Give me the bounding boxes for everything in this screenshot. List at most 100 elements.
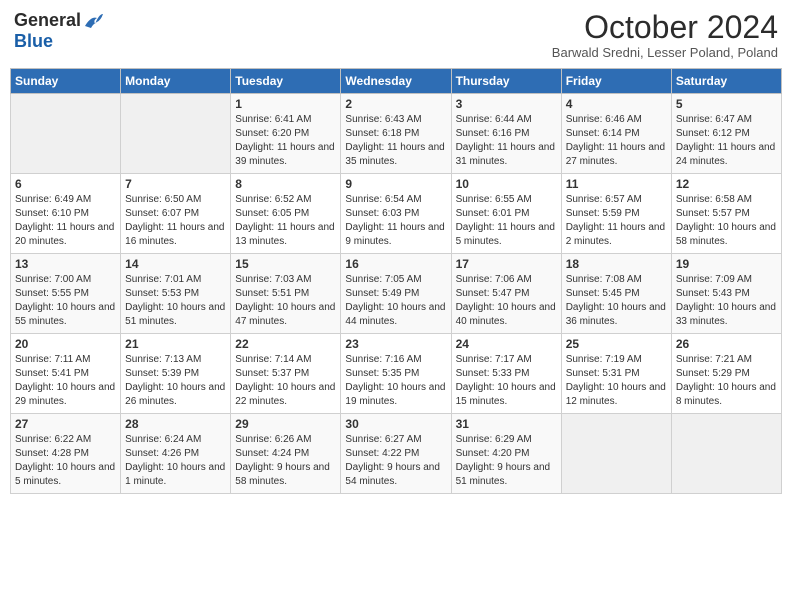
day-number: 9 xyxy=(345,177,446,191)
day-number: 21 xyxy=(125,337,226,351)
day-number: 6 xyxy=(15,177,116,191)
logo-general-text: General xyxy=(14,10,81,31)
cell-info: Sunrise: 6:47 AM Sunset: 6:12 PM Dayligh… xyxy=(676,113,777,169)
day-number: 15 xyxy=(235,257,336,271)
day-number: 11 xyxy=(566,177,667,191)
cell-info: Sunrise: 6:58 AM Sunset: 5:57 PM Dayligh… xyxy=(676,193,777,249)
day-number: 28 xyxy=(125,417,226,431)
calendar-cell: 27Sunrise: 6:22 AM Sunset: 4:28 PM Dayli… xyxy=(11,414,121,494)
cell-info: Sunrise: 7:01 AM Sunset: 5:53 PM Dayligh… xyxy=(125,273,226,329)
calendar-cell xyxy=(11,94,121,174)
calendar-cell: 22 Sunrise: 7:14 AM Sunset: 5:37 PM Dayli… xyxy=(231,334,341,414)
cell-info: Sunrise: 6:26 AM Sunset: 4:24 PM Dayligh… xyxy=(235,433,336,489)
cell-info: Sunrise: 7:05 AM Sunset: 5:49 PM Dayligh… xyxy=(345,273,446,329)
calendar-cell: 6Sunrise: 6:49 AM Sunset: 6:10 PM Daylig… xyxy=(11,174,121,254)
calendar-cell: 8 Sunrise: 6:52 AM Sunset: 6:05 PM Daylig… xyxy=(231,174,341,254)
cell-info: Sunrise: 6:27 AM Sunset: 4:22 PM Dayligh… xyxy=(345,433,446,489)
cell-info: Sunrise: 6:43 AM Sunset: 6:18 PM Dayligh… xyxy=(345,113,446,169)
day-number: 13 xyxy=(15,257,116,271)
cell-info: Sunrise: 7:06 AM Sunset: 5:47 PM Dayligh… xyxy=(456,273,557,329)
calendar-cell: 2Sunrise: 6:43 AM Sunset: 6:18 PM Daylig… xyxy=(341,94,451,174)
calendar-cell: 5Sunrise: 6:47 AM Sunset: 6:12 PM Daylig… xyxy=(671,94,781,174)
day-number: 27 xyxy=(15,417,116,431)
day-number: 10 xyxy=(456,177,557,191)
calendar-cell: 14 Sunrise: 7:01 AM Sunset: 5:53 PM Dayli… xyxy=(121,254,231,334)
calendar-cell: 16 Sunrise: 7:05 AM Sunset: 5:49 PM Dayli… xyxy=(341,254,451,334)
header-row: SundayMondayTuesdayWednesdayThursdayFrid… xyxy=(11,69,782,94)
calendar-cell: 20Sunrise: 7:11 AM Sunset: 5:41 PM Dayli… xyxy=(11,334,121,414)
header-day-wednesday: Wednesday xyxy=(341,69,451,94)
day-number: 7 xyxy=(125,177,226,191)
week-row-4: 20Sunrise: 7:11 AM Sunset: 5:41 PM Dayli… xyxy=(11,334,782,414)
week-row-1: 1 Sunrise: 6:41 AM Sunset: 6:20 PM Daylig… xyxy=(11,94,782,174)
calendar-cell: 3Sunrise: 6:44 AM Sunset: 6:16 PM Daylig… xyxy=(451,94,561,174)
logo-bird-icon xyxy=(83,12,105,30)
calendar-cell: 11 Sunrise: 6:57 AM Sunset: 5:59 PM Dayli… xyxy=(561,174,671,254)
calendar-cell xyxy=(671,414,781,494)
calendar-header: SundayMondayTuesdayWednesdayThursdayFrid… xyxy=(11,69,782,94)
cell-info: Sunrise: 6:50 AM Sunset: 6:07 PM Dayligh… xyxy=(125,193,226,249)
cell-info: Sunrise: 6:41 AM Sunset: 6:20 PM Dayligh… xyxy=(235,113,336,169)
cell-info: Sunrise: 7:14 AM Sunset: 5:37 PM Dayligh… xyxy=(235,353,336,409)
header-day-friday: Friday xyxy=(561,69,671,94)
cell-info: Sunrise: 6:52 AM Sunset: 6:05 PM Dayligh… xyxy=(235,193,336,249)
calendar-cell: 26Sunrise: 7:21 AM Sunset: 5:29 PM Dayli… xyxy=(671,334,781,414)
calendar-cell: 1 Sunrise: 6:41 AM Sunset: 6:20 PM Daylig… xyxy=(231,94,341,174)
calendar-cell xyxy=(121,94,231,174)
cell-info: Sunrise: 7:13 AM Sunset: 5:39 PM Dayligh… xyxy=(125,353,226,409)
calendar-cell: 4 Sunrise: 6:46 AM Sunset: 6:14 PM Daylig… xyxy=(561,94,671,174)
header-day-monday: Monday xyxy=(121,69,231,94)
cell-info: Sunrise: 6:57 AM Sunset: 5:59 PM Dayligh… xyxy=(566,193,667,249)
day-number: 30 xyxy=(345,417,446,431)
calendar-cell: 19 Sunrise: 7:09 AM Sunset: 5:43 PM Dayli… xyxy=(671,254,781,334)
cell-info: Sunrise: 7:19 AM Sunset: 5:31 PM Dayligh… xyxy=(566,353,667,409)
day-number: 24 xyxy=(456,337,557,351)
day-number: 14 xyxy=(125,257,226,271)
cell-info: Sunrise: 6:54 AM Sunset: 6:03 PM Dayligh… xyxy=(345,193,446,249)
cell-info: Sunrise: 6:29 AM Sunset: 4:20 PM Dayligh… xyxy=(456,433,557,489)
day-number: 8 xyxy=(235,177,336,191)
cell-info: Sunrise: 6:46 AM Sunset: 6:14 PM Dayligh… xyxy=(566,113,667,169)
day-number: 1 xyxy=(235,97,336,111)
cell-info: Sunrise: 7:16 AM Sunset: 5:35 PM Dayligh… xyxy=(345,353,446,409)
calendar-cell: 15 Sunrise: 7:03 AM Sunset: 5:51 PM Dayli… xyxy=(231,254,341,334)
day-number: 29 xyxy=(235,417,336,431)
calendar-table: SundayMondayTuesdayWednesdayThursdayFrid… xyxy=(10,68,782,494)
week-row-2: 6Sunrise: 6:49 AM Sunset: 6:10 PM Daylig… xyxy=(11,174,782,254)
calendar-cell: 18 Sunrise: 7:08 AM Sunset: 5:45 PM Dayli… xyxy=(561,254,671,334)
cell-info: Sunrise: 7:08 AM Sunset: 5:45 PM Dayligh… xyxy=(566,273,667,329)
calendar-cell: 9 Sunrise: 6:54 AM Sunset: 6:03 PM Daylig… xyxy=(341,174,451,254)
day-number: 26 xyxy=(676,337,777,351)
cell-info: Sunrise: 7:11 AM Sunset: 5:41 PM Dayligh… xyxy=(15,353,116,409)
cell-info: Sunrise: 7:03 AM Sunset: 5:51 PM Dayligh… xyxy=(235,273,336,329)
day-number: 3 xyxy=(456,97,557,111)
calendar-cell: 24 Sunrise: 7:17 AM Sunset: 5:33 PM Dayli… xyxy=(451,334,561,414)
header-day-sunday: Sunday xyxy=(11,69,121,94)
calendar-cell: 23Sunrise: 7:16 AM Sunset: 5:35 PM Dayli… xyxy=(341,334,451,414)
week-row-5: 27Sunrise: 6:22 AM Sunset: 4:28 PM Dayli… xyxy=(11,414,782,494)
day-number: 25 xyxy=(566,337,667,351)
cell-info: Sunrise: 6:24 AM Sunset: 4:26 PM Dayligh… xyxy=(125,433,226,489)
calendar-cell: 12Sunrise: 6:58 AM Sunset: 5:57 PM Dayli… xyxy=(671,174,781,254)
calendar-cell: 21 Sunrise: 7:13 AM Sunset: 5:39 PM Dayli… xyxy=(121,334,231,414)
calendar-cell: 31Sunrise: 6:29 AM Sunset: 4:20 PM Dayli… xyxy=(451,414,561,494)
calendar-cell: 30 Sunrise: 6:27 AM Sunset: 4:22 PM Dayli… xyxy=(341,414,451,494)
header-day-tuesday: Tuesday xyxy=(231,69,341,94)
cell-info: Sunrise: 7:09 AM Sunset: 5:43 PM Dayligh… xyxy=(676,273,777,329)
day-number: 19 xyxy=(676,257,777,271)
month-title: October 2024 xyxy=(552,10,778,45)
header-day-thursday: Thursday xyxy=(451,69,561,94)
calendar-cell: 13Sunrise: 7:00 AM Sunset: 5:55 PM Dayli… xyxy=(11,254,121,334)
title-section: October 2024 Barwald Sredni, Lesser Pola… xyxy=(552,10,778,60)
calendar-cell: 17Sunrise: 7:06 AM Sunset: 5:47 PM Dayli… xyxy=(451,254,561,334)
day-number: 22 xyxy=(235,337,336,351)
day-number: 16 xyxy=(345,257,446,271)
calendar-cell: 7 Sunrise: 6:50 AM Sunset: 6:07 PM Daylig… xyxy=(121,174,231,254)
cell-info: Sunrise: 7:17 AM Sunset: 5:33 PM Dayligh… xyxy=(456,353,557,409)
day-number: 4 xyxy=(566,97,667,111)
cell-info: Sunrise: 6:55 AM Sunset: 6:01 PM Dayligh… xyxy=(456,193,557,249)
calendar-body: 1 Sunrise: 6:41 AM Sunset: 6:20 PM Daylig… xyxy=(11,94,782,494)
calendar-cell: 25 Sunrise: 7:19 AM Sunset: 5:31 PM Dayli… xyxy=(561,334,671,414)
header-day-saturday: Saturday xyxy=(671,69,781,94)
day-number: 18 xyxy=(566,257,667,271)
